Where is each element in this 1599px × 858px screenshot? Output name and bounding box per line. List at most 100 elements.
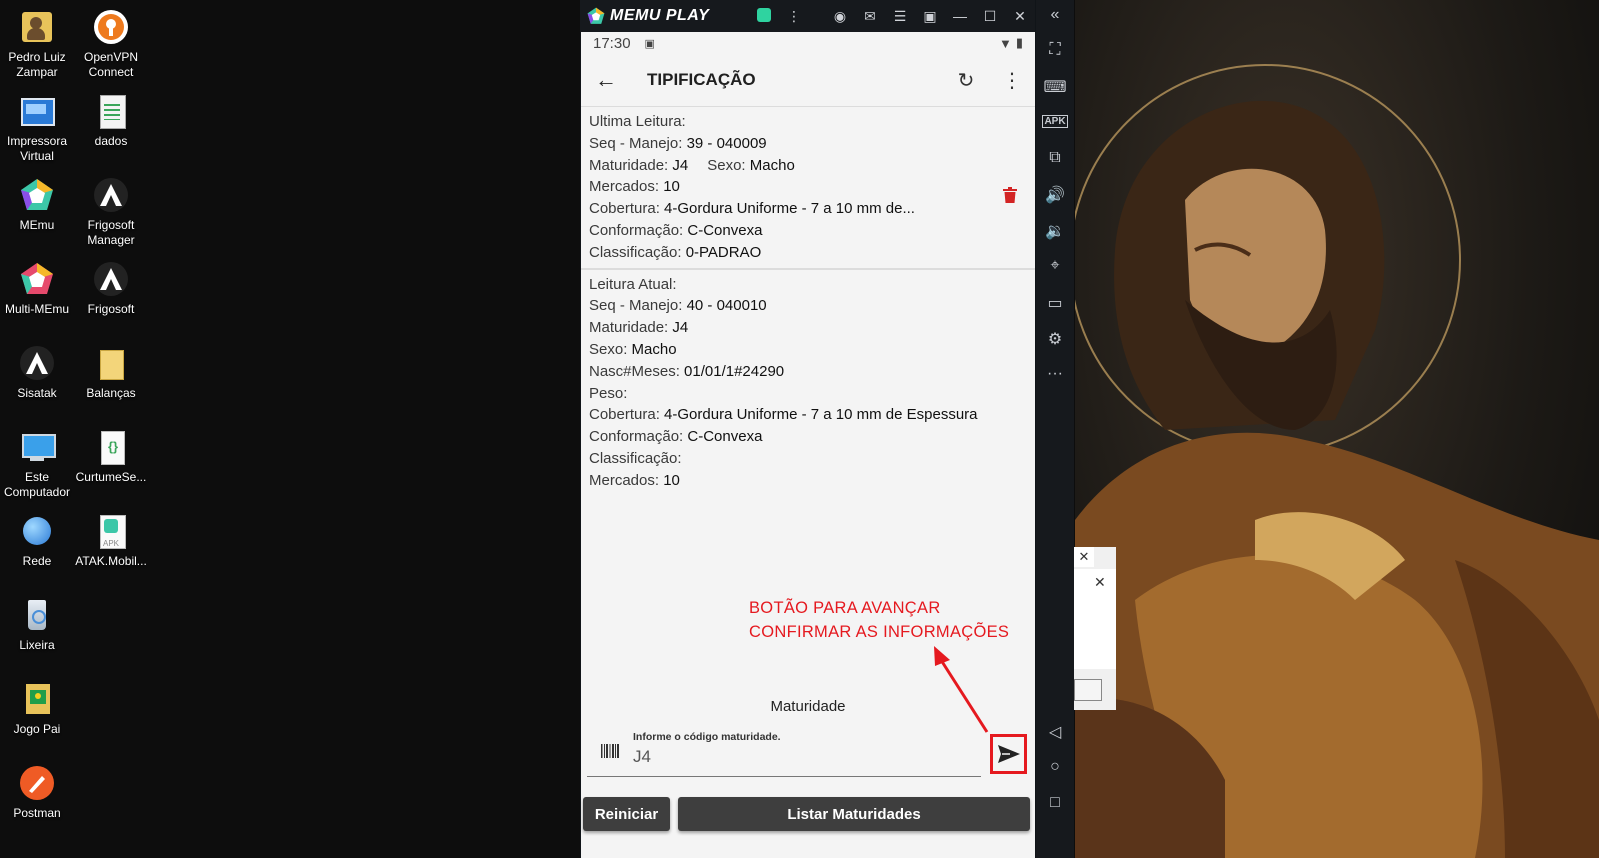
desktop-icon-frigosoft-manager[interactable]: Frigosoft Manager xyxy=(74,172,148,248)
desktop-icon-label: Impressora Virtual xyxy=(6,134,68,163)
fullscreen-icon[interactable]: ⛶ xyxy=(1036,41,1074,59)
recycle-bin-icon xyxy=(18,596,56,634)
desktop-icon-dados[interactable]: dados xyxy=(74,88,148,149)
field-value: 10 xyxy=(663,471,680,489)
desktop-icon-multi-memu[interactable]: Multi-MEmu xyxy=(0,256,74,317)
network-icon xyxy=(18,512,56,550)
location-icon[interactable]: ⌖ xyxy=(1036,257,1074,275)
desktop-icon-sisatak[interactable]: Sisatak xyxy=(0,340,74,401)
refresh-icon[interactable]: ↻ xyxy=(943,68,989,93)
field-label: Nasc#Meses: xyxy=(589,362,685,380)
field-value: 01/01/1#24290 xyxy=(684,362,785,380)
desktop-icon-memu[interactable]: MEmu xyxy=(0,172,74,233)
current-classificacao-row: Classificação: xyxy=(589,448,1027,470)
last-classificacao-row: Classificação: 0-PADRAO xyxy=(589,242,1027,264)
desktop-icon-rede[interactable]: Rede xyxy=(0,508,74,569)
maturidade-input-field[interactable]: Informe o código maturidade. xyxy=(587,724,981,777)
desktop-icon-label: Este Computador xyxy=(3,470,71,499)
annotation-arrow xyxy=(934,646,989,733)
desktop-icon-jogo-pai[interactable]: Jogo Pai xyxy=(0,676,74,737)
desktop-icon-label: Jogo Pai xyxy=(13,722,61,736)
desktop-icon-frigosoft[interactable]: Frigosoft xyxy=(74,256,148,317)
field-label: Cobertura: xyxy=(589,200,665,218)
send-icon xyxy=(997,745,1020,763)
nav-back-icon[interactable]: ◁ xyxy=(1036,722,1074,742)
store-icon[interactable] xyxy=(749,7,779,25)
close-icon[interactable]: ✕ xyxy=(1074,547,1094,567)
account-icon[interactable]: ◉ xyxy=(825,8,855,25)
volume-up-icon[interactable]: 🔊 xyxy=(1036,185,1074,205)
keyboard-icon[interactable]: ⌨ xyxy=(1036,77,1074,97)
desktop-icon-impressora-virtual[interactable]: Impressora Virtual xyxy=(0,88,74,164)
send-confirm-button[interactable] xyxy=(990,734,1027,774)
menu-dots-icon[interactable]: ⋮ xyxy=(779,8,809,25)
desktop-icon-openvpn[interactable]: OpenVPN Connect xyxy=(74,4,148,80)
maximize-icon[interactable]: ☐ xyxy=(975,8,1005,25)
desktop-icon-label: ATAK.Mobil... xyxy=(75,554,147,568)
field-label: Mercados: xyxy=(589,178,664,196)
last-cobertura-row: Cobertura: 4-Gordura Uniforme - 7 a 10 m… xyxy=(589,198,1027,220)
current-cobertura-row: Cobertura: 4-Gordura Uniforme - 7 a 10 m… xyxy=(589,404,1027,426)
last-reading-section: Ultima Leitura: Seq - Manejo: 39 - 04000… xyxy=(581,107,1035,268)
delete-trash-icon[interactable] xyxy=(1003,187,1017,203)
memu-icon xyxy=(18,176,56,214)
add-window-icon[interactable]: ⧉ xyxy=(1036,149,1074,167)
screen-cast-icon[interactable]: ▣ xyxy=(915,8,945,25)
desktop-icon-este-computador[interactable]: Este Computador xyxy=(0,424,74,500)
field-value: J4 xyxy=(672,156,689,174)
maturidade-input[interactable] xyxy=(633,747,963,767)
field-label: Maturidade: xyxy=(589,319,673,337)
field-value: Macho xyxy=(749,156,795,174)
volume-down-icon[interactable]: 🔉 xyxy=(1036,221,1074,241)
desktop-icon-label: Frigosoft xyxy=(87,302,135,316)
mail-icon[interactable]: ✉ xyxy=(855,8,885,25)
current-conformacao-row: Conformação: C-Convexa xyxy=(589,426,1027,448)
close-icon[interactable]: ✕ xyxy=(1094,574,1106,591)
current-sexo-row: Sexo: Macho xyxy=(589,339,1027,361)
frigosoft-icon xyxy=(92,260,130,298)
field-label: Classificação: xyxy=(589,449,682,467)
desktop-icon-atak-mobil[interactable]: APK ATAK.Mobil... xyxy=(74,508,148,569)
desktop-icon-balancas[interactable]: Balanças xyxy=(74,340,148,401)
close-window-icon[interactable]: ✕ xyxy=(1005,8,1035,25)
field-value: 40 - 040010 xyxy=(686,297,767,315)
field-label: Seq - Manejo: xyxy=(589,297,687,315)
desktop-icon-pedro-luiz-zampar[interactable]: Pedro Luiz Zampar xyxy=(0,4,74,80)
restart-button[interactable]: Reiniciar xyxy=(583,797,670,831)
desktop-icon-label: OpenVPN Connect xyxy=(83,50,139,79)
collapse-icon[interactable]: « xyxy=(1036,6,1074,24)
field-label: Mercados: xyxy=(589,471,664,489)
barcode-scan-icon[interactable] xyxy=(601,744,619,758)
memu-logo: MEMU PLAY xyxy=(586,6,709,26)
status-time: 17:30 xyxy=(593,34,631,52)
field-label: Conformação: xyxy=(589,221,688,239)
minimize-icon[interactable]: — xyxy=(945,8,975,24)
desktop-icon-label: CurtumeSe... xyxy=(75,470,147,484)
field-value: Macho xyxy=(631,340,677,358)
overflow-menu-icon[interactable]: ⋮ xyxy=(989,68,1035,93)
last-mercados-row: Mercados: 10 xyxy=(589,176,1027,198)
desktop-icon-postman[interactable]: Postman xyxy=(0,760,74,821)
list-maturities-button[interactable]: Listar Maturidades xyxy=(678,797,1030,831)
back-arrow-icon[interactable]: ← xyxy=(581,67,631,93)
hamburger-menu-icon[interactable]: ☰ xyxy=(885,8,915,25)
folder-icon[interactable]: ▭ xyxy=(1036,293,1074,313)
more-icon[interactable]: ··· xyxy=(1036,365,1074,383)
annotation-text: BOTÃO PARA AVANÇAR CONFIRMAR AS INFORMAÇ… xyxy=(749,596,1009,644)
nav-home-icon[interactable]: ○ xyxy=(1036,758,1074,776)
dialog-button[interactable] xyxy=(1074,679,1102,701)
desktop-icon-label: Sisatak xyxy=(17,386,57,400)
desktop-icon-curtumese[interactable]: {} CurtumeSe... xyxy=(74,424,148,485)
field-label: Classificação: xyxy=(589,243,686,261)
current-peso-row: Peso: xyxy=(589,383,1027,405)
desktop-icon-lixeira[interactable]: Lixeira xyxy=(0,592,74,653)
current-reading-heading: Leitura Atual: xyxy=(589,275,677,293)
multi-memu-icon xyxy=(18,260,56,298)
apk-file-icon: APK xyxy=(92,512,130,550)
wallpaper-image xyxy=(1075,0,1599,858)
apk-icon[interactable]: APK xyxy=(1036,113,1074,131)
settings-icon[interactable]: ⚙ xyxy=(1036,329,1074,349)
frigosoft-icon xyxy=(92,176,130,214)
nav-recents-icon[interactable]: □ xyxy=(1036,794,1074,812)
field-label: Sexo: xyxy=(589,340,632,358)
